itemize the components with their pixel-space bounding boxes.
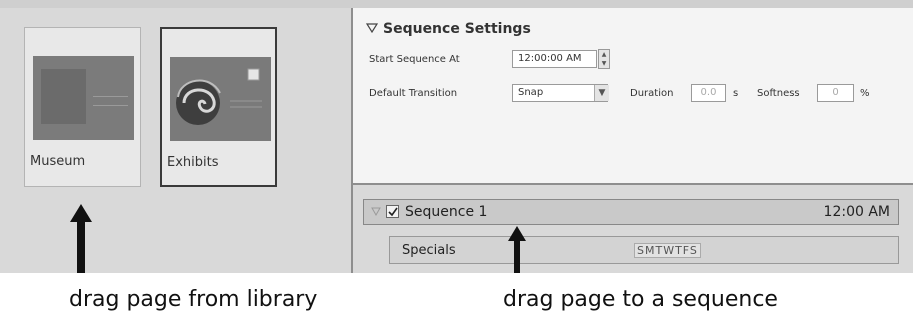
softness-unit: % xyxy=(860,88,870,99)
duration-label: Duration xyxy=(630,88,674,99)
sequence-enabled-checkbox[interactable] xyxy=(386,205,399,218)
up-arrow-icon xyxy=(70,204,92,284)
sequence-page-row[interactable]: Specials SMTWTFS xyxy=(389,236,899,264)
exhibits-thumbnail xyxy=(170,57,271,141)
sequence-row[interactable]: Sequence 1 12:00 AM xyxy=(363,199,899,225)
library-page-museum[interactable]: Museum xyxy=(24,27,141,187)
collapse-triangle-icon[interactable] xyxy=(366,23,378,33)
duration-unit: s xyxy=(733,88,739,99)
softness-field[interactable]: 0 xyxy=(817,84,854,102)
time-stepper[interactable]: ▲ ▼ xyxy=(598,49,610,69)
page-library: Museum Exhibits xyxy=(0,8,353,273)
softness-label: Softness xyxy=(757,88,800,99)
sequence-page-name: Specials xyxy=(402,243,456,258)
sequence-settings-panel: Sequence Settings Start Sequence At 12:0… xyxy=(353,8,913,185)
sequence-time: 12:00 AM xyxy=(823,204,890,220)
weekday-selector[interactable]: SMTWTFS xyxy=(634,243,701,258)
museum-thumbnail-lines xyxy=(93,96,128,106)
library-page-exhibits[interactable]: Exhibits xyxy=(160,27,277,187)
start-sequence-label: Start Sequence At xyxy=(369,54,460,65)
caption-sequence: drag page to a sequence xyxy=(503,287,778,312)
exhibits-thumbnail-art xyxy=(176,68,262,125)
sequence-list: Sequence 1 12:00 AM Specials SMTWTFS xyxy=(353,185,913,273)
museum-thumbnail-block xyxy=(41,69,86,124)
checkmark-icon xyxy=(388,207,398,217)
sequence-name: Sequence 1 xyxy=(405,204,488,220)
start-time-field[interactable]: 12:00:00 AM xyxy=(512,50,597,68)
museum-thumbnail xyxy=(33,56,134,140)
default-transition-label: Default Transition xyxy=(369,88,458,99)
chevron-down-icon[interactable]: ▼ xyxy=(594,85,609,101)
library-page-label: Exhibits xyxy=(167,155,219,170)
duration-field[interactable]: 0.0 xyxy=(691,84,726,102)
library-page-label: Museum xyxy=(30,154,86,169)
expand-triangle-icon[interactable] xyxy=(371,207,381,217)
caption-area: drag page from library drag page to a se… xyxy=(0,273,913,329)
caption-library: drag page from library xyxy=(69,287,318,312)
settings-header: Sequence Settings xyxy=(383,21,531,37)
